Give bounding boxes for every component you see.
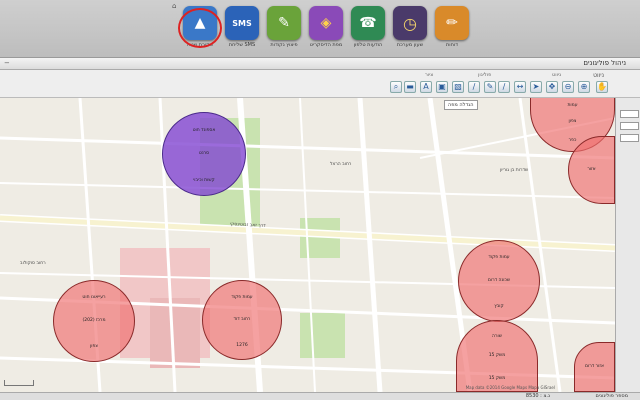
dock-label: דוחות <box>445 42 458 48</box>
circle-title: אזור <box>587 167 596 173</box>
dock-label: פיצוץ נקודות <box>270 42 298 48</box>
park-area <box>300 313 345 358</box>
circle-title: עמות פקוד <box>231 295 253 301</box>
polygon-circle[interactable]: שורה משק 15 15 משק <box>456 320 538 392</box>
arrow-right-icon[interactable]: ➤ <box>530 81 542 93</box>
circle-subtitle: מרכז (202) <box>82 318 106 324</box>
folded-map-icon: ◈ <box>309 6 343 40</box>
status-bar: 8530 : נ.צ מספר פוליגונים <box>0 392 640 400</box>
minimize-button[interactable]: − <box>4 59 10 67</box>
group-label-polygon: פוליגון <box>478 72 492 78</box>
group-label-navigation: ניווט <box>552 72 562 78</box>
panel-header: − ניהול פוליגונים <box>0 58 640 70</box>
stamp-icon[interactable]: ▣ <box>436 81 448 93</box>
car-icon[interactable]: ▬ <box>404 81 416 93</box>
circle-subtitle: משק 15 <box>488 353 506 359</box>
toolbar-subtitle: ניווט <box>593 72 604 79</box>
side-panel <box>615 98 640 392</box>
polygon-circle[interactable]: אזור דרום <box>574 342 615 392</box>
pan-horizontal-icon[interactable]: ↔ <box>514 81 526 93</box>
side-field[interactable] <box>620 110 639 118</box>
polygon-circle[interactable]: עמות פקוד שכונה דרום קובץ <box>458 240 540 322</box>
circle-subtitle: סרנט <box>198 151 210 157</box>
circle-subtitle: רחוב דוד <box>233 317 251 323</box>
map-canvas[interactable]: דרך זאב זבוטינסקי רחוב הרצל שדרות בן גור… <box>0 98 615 392</box>
map-toolbar: ניווט ציור פוליגון ניווט ⌕ ▬ A ▣ ▧ ∕ ✎ ∕… <box>0 70 640 98</box>
side-field[interactable] <box>620 134 639 142</box>
group-label-draw: ציור <box>425 72 434 78</box>
clock-icon: ◷ <box>393 6 427 40</box>
edit-polygon-icon[interactable]: ▧ <box>452 81 464 93</box>
app-dock: ⌂ ▲ סקירת שטח SMS שליחת SMS ✎ פיצוץ נקוד… <box>0 0 640 58</box>
circle-subtitle: שכונה דרום <box>487 278 511 284</box>
circle-detail: קובץ <box>494 304 504 310</box>
street-label: רחוב סוקולוב <box>20 261 46 266</box>
selection-ring <box>178 8 222 48</box>
panel-title: ניהול פוליגונים <box>583 59 626 67</box>
home-icon[interactable]: ⌂ <box>172 2 176 10</box>
brush-tool-icon[interactable]: ∕ <box>498 81 510 93</box>
polygon-circle[interactable]: רעייאונו חוט מרכז (202) צפון <box>53 280 135 362</box>
circle-detail: 1276 <box>236 342 248 348</box>
line-tool-icon[interactable]: ∕ <box>468 81 480 93</box>
sms-icon: SMS <box>225 6 259 40</box>
text-tool-icon[interactable]: A <box>420 81 432 93</box>
zoom-in-icon[interactable]: ⊕ <box>578 81 590 93</box>
status-text: מספר פוליגונים <box>595 393 628 399</box>
phone-icon: ☎ <box>351 6 385 40</box>
dock-item-sms[interactable]: SMS שליחת SMS <box>222 6 262 56</box>
dock-item-reports[interactable]: ✏ דוחות <box>432 6 472 56</box>
hand-pan-icon[interactable]: ✋ <box>596 81 608 93</box>
dock-label: שעון מערכת <box>396 42 424 48</box>
street-label: רחוב הרצל <box>330 162 352 167</box>
status-page-info: 8530 : נ.צ <box>525 393 550 399</box>
circle-title: רעייאונו חוט <box>82 295 106 301</box>
dock-label: הודעות טלפון <box>353 42 383 48</box>
pencil-icon: ✏ <box>435 6 469 40</box>
move-all-icon[interactable]: ✥ <box>546 81 558 93</box>
circle-subtitle: צפון <box>568 119 577 125</box>
polygon-circle[interactable]: עמות פקוד רחוב דוד 1276 <box>202 280 282 360</box>
circle-detail: צפון <box>90 344 98 350</box>
circle-title: אזור דרום <box>585 364 604 370</box>
dock-item-district-map[interactable]: ◈ מפת הדיסקריט <box>306 6 346 56</box>
hospital-area <box>150 298 200 368</box>
pen-tool-icon[interactable]: ✎ <box>484 81 496 93</box>
street-label: שדרות בן גוריון <box>500 168 529 173</box>
dock-item-clock[interactable]: ◷ שעון מערכת <box>390 6 430 56</box>
zoom-area-icon[interactable]: ⌕ <box>390 81 402 93</box>
circle-detail: קשות וכיבוי <box>193 178 215 184</box>
map-scale <box>4 380 34 386</box>
circle-title: עמות פקוד <box>488 255 510 261</box>
map-attribution: Map data ©2014 Google Maps Mapa GISrael <box>465 385 555 390</box>
dock-item-notes[interactable]: ✎ פיצוץ נקודות <box>264 6 304 56</box>
dock-item-phone[interactable]: ☎ הודעות טלפון <box>348 6 388 56</box>
circle-title: עמות <box>567 103 578 109</box>
circle-title: שורה <box>492 333 502 339</box>
circle-title: אספונד חוט <box>192 127 216 133</box>
dock-label: מפת הדיסקריט <box>309 42 343 48</box>
notepad-icon: ✎ <box>267 6 301 40</box>
zoom-tooltip: הגדלה מפה <box>444 100 478 110</box>
polygon-circle[interactable]: אספונד חוט סרנט קשות וכיבוי <box>162 112 246 196</box>
dock-item-field-survey[interactable]: ▲ סקירת שטח <box>178 6 222 56</box>
zoom-out-icon[interactable]: ⊖ <box>562 81 574 93</box>
circle-detail: 15 משק <box>488 375 506 381</box>
dock-label: שליחת SMS <box>228 42 256 48</box>
side-field[interactable] <box>620 122 639 130</box>
